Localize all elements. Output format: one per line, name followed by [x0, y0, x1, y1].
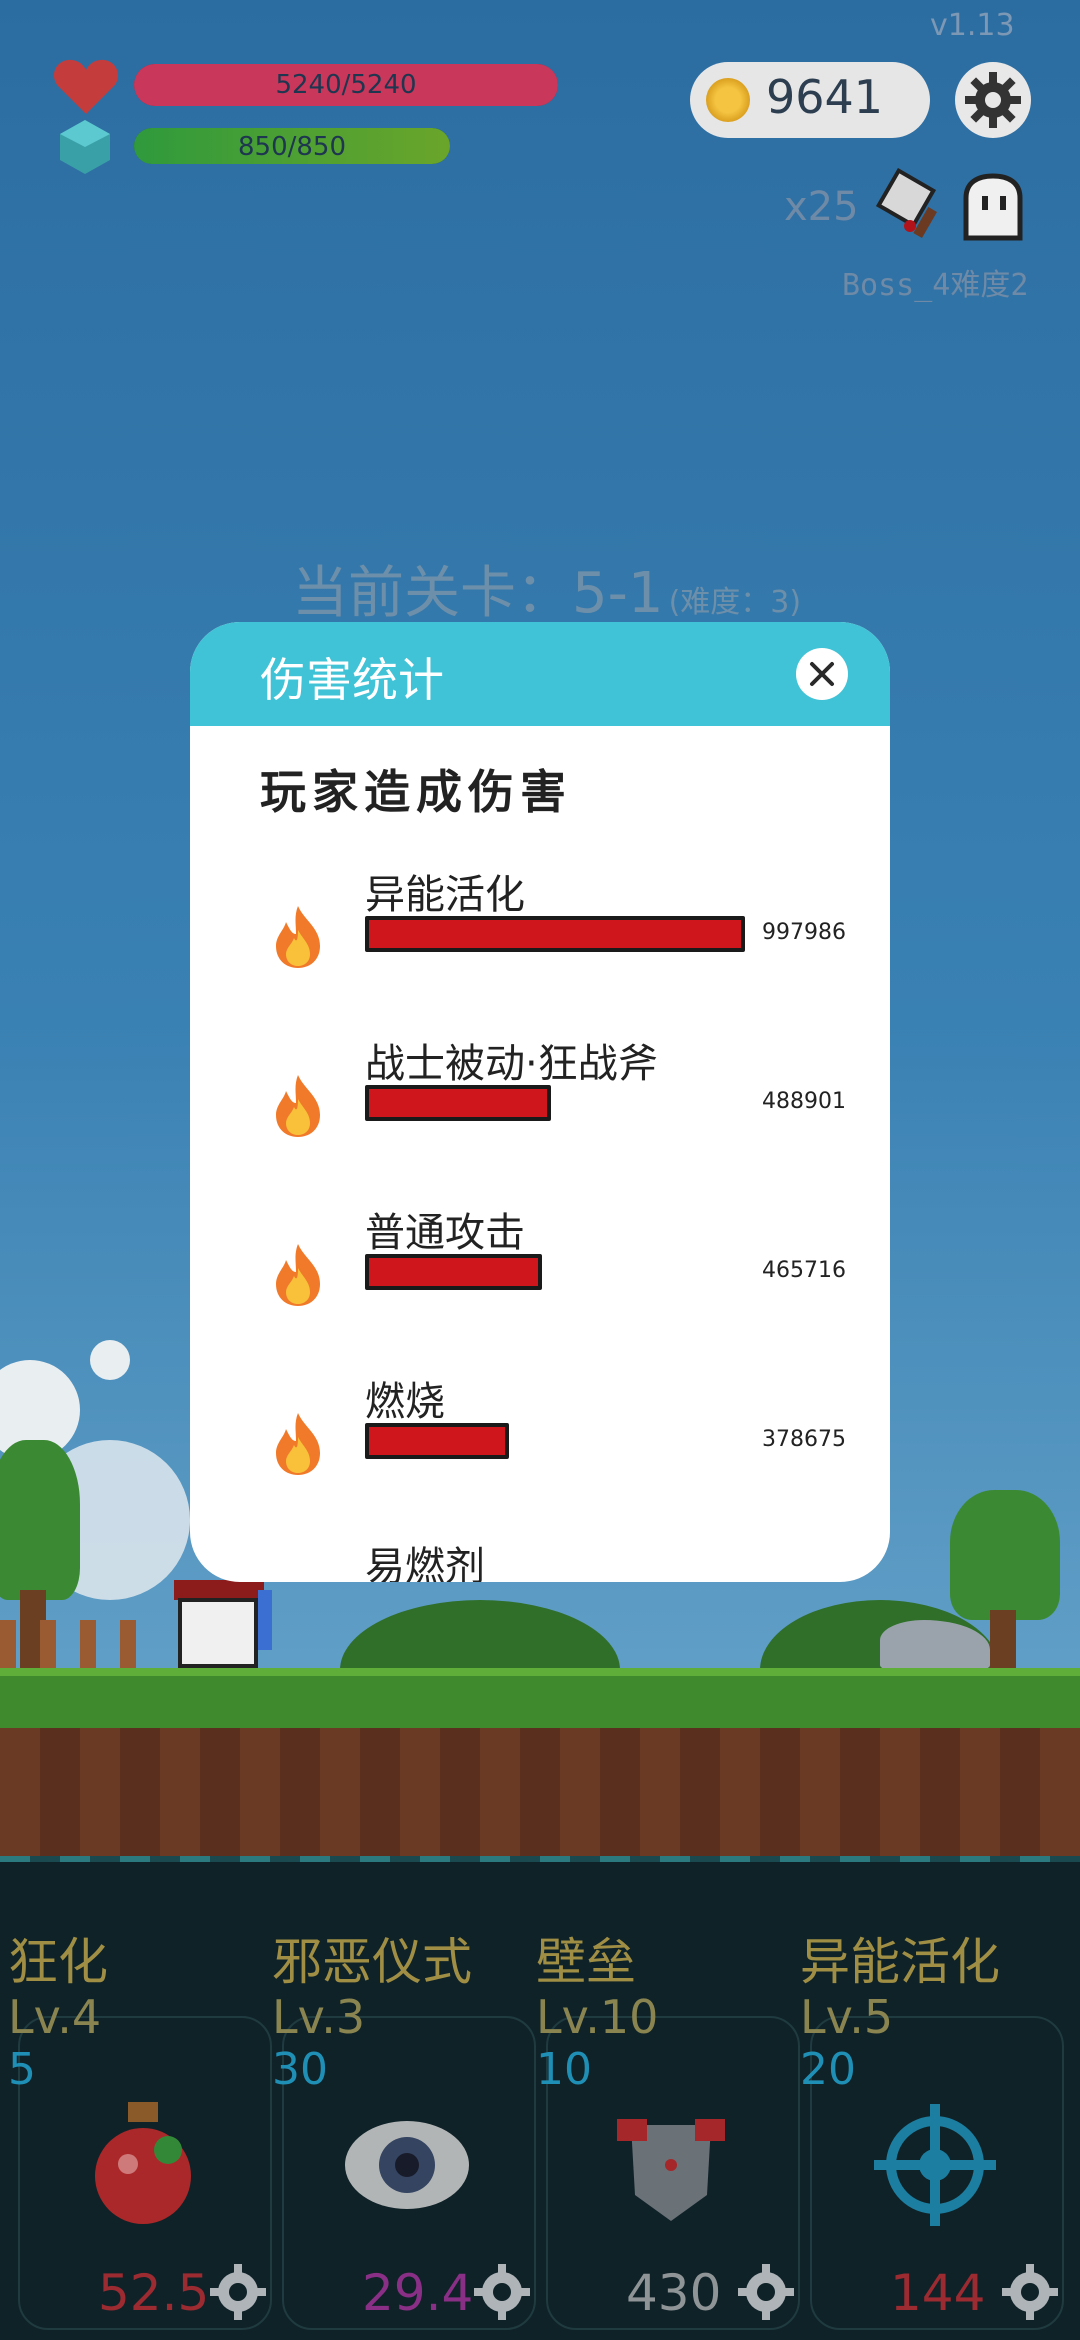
skill-cost: 10 [536, 2044, 592, 2095]
cooldown-icon [472, 2262, 532, 2322]
heart-icon [52, 56, 120, 116]
tree [950, 1490, 1060, 1620]
skill-name: 邪恶仪式 [272, 1933, 472, 1991]
ghost-icon[interactable] [958, 172, 1028, 242]
stage-label: 当前关卡：5-1 (难度：3) [292, 548, 801, 629]
potion-icon [78, 2100, 208, 2230]
damage-bar [365, 1085, 551, 1121]
cleaver-icon [875, 167, 952, 244]
mp-text: 850/850 [237, 132, 346, 162]
damage-source-name: 易燃剂 [365, 1544, 485, 1582]
gear-icon [965, 72, 1021, 128]
damage-value: 378675 [762, 1427, 846, 1452]
mp-bar: 850/850 [134, 128, 450, 164]
boss-label: Boss_4难度2 [842, 268, 1029, 303]
flame-icon [268, 1242, 328, 1308]
flame-icon [268, 1411, 328, 1477]
skill-value: 52.5 [98, 2264, 210, 2322]
ground-grass [0, 1668, 1080, 1736]
damage-bar [365, 916, 745, 952]
flame-icon [268, 904, 328, 970]
coin-value: 9641 [766, 70, 884, 124]
fence [0, 1620, 150, 1668]
damage-source-name: 燃烧 [365, 1379, 445, 1425]
skill-value: 430 [626, 2264, 722, 2322]
skill-value: 144 [890, 2264, 986, 2322]
mana-gem-icon [60, 120, 110, 174]
skill-name: 狂化 [8, 1933, 108, 1991]
dialog-title: 伤害统计 [260, 653, 444, 707]
damage-row: 战士被动·狂战斧 488901 [190, 1031, 890, 1191]
skill-cost: 5 [8, 2044, 36, 2095]
damage-value: 488901 [762, 1089, 846, 1114]
skill-level: Lv.5 [800, 1990, 894, 2044]
stage-text: 当前关卡：5-1 [292, 561, 664, 626]
cooldown-icon [208, 2262, 268, 2322]
damage-source-name: 异能活化 [365, 872, 525, 918]
skill-name: 异能活化 [800, 1933, 1000, 1991]
tree [0, 1440, 80, 1600]
hp-bar: 5240/5240 [134, 64, 558, 106]
damage-bar [365, 1423, 509, 1459]
damage-bar [365, 1254, 542, 1290]
ground-dirt [0, 1728, 1080, 1858]
version-label: v1.13 [930, 8, 1015, 43]
cooldown-icon [736, 2262, 796, 2322]
crosshair-icon [870, 2100, 1000, 2230]
player-character [168, 1580, 278, 1670]
tree-trunk [990, 1610, 1016, 1670]
skill-level: Lv.4 [8, 1990, 102, 2044]
panel-divider [0, 1856, 1080, 1862]
armor-icon [606, 2100, 736, 2230]
close-icon [810, 662, 834, 686]
damage-value: 997986 [762, 920, 846, 945]
damage-row: 异能活化 997986 [190, 862, 890, 1022]
damage-row: 易燃剂 [190, 1534, 890, 1582]
damage-row: 普通攻击 465716 [190, 1200, 890, 1360]
stage-difficulty: (难度：3) [668, 585, 802, 620]
coin-icon [706, 78, 750, 122]
flame-icon [268, 1073, 328, 1139]
eye-icon [342, 2100, 472, 2230]
skill-cost: 30 [272, 2044, 328, 2095]
damage-stats-dialog: 伤害统计 玩家造成伤害 异能活化 997986 战士被动·狂战斧 488901 普通攻击… [190, 622, 890, 1582]
skill-name: 壁垒 [536, 1933, 636, 1991]
section-title: 玩家造成伤害 [260, 765, 572, 819]
hp-text: 5240/5240 [275, 70, 417, 100]
damage-source-name: 普通攻击 [365, 1210, 525, 1256]
damage-row: 燃烧 378675 [190, 1369, 890, 1529]
cooldown-icon [1000, 2262, 1060, 2322]
close-button[interactable] [796, 648, 848, 700]
skill-cost: 20 [800, 2044, 856, 2095]
damage-source-name: 战士被动·狂战斧 [365, 1041, 658, 1087]
damage-value: 465716 [762, 1258, 846, 1283]
speed-multiplier: x25 [784, 184, 859, 230]
skill-level: Lv.3 [272, 1990, 366, 2044]
cloud [90, 1340, 130, 1380]
settings-button[interactable] [955, 62, 1031, 138]
skill-value: 29.4 [362, 2264, 474, 2322]
skill-level: Lv.10 [536, 1990, 659, 2044]
